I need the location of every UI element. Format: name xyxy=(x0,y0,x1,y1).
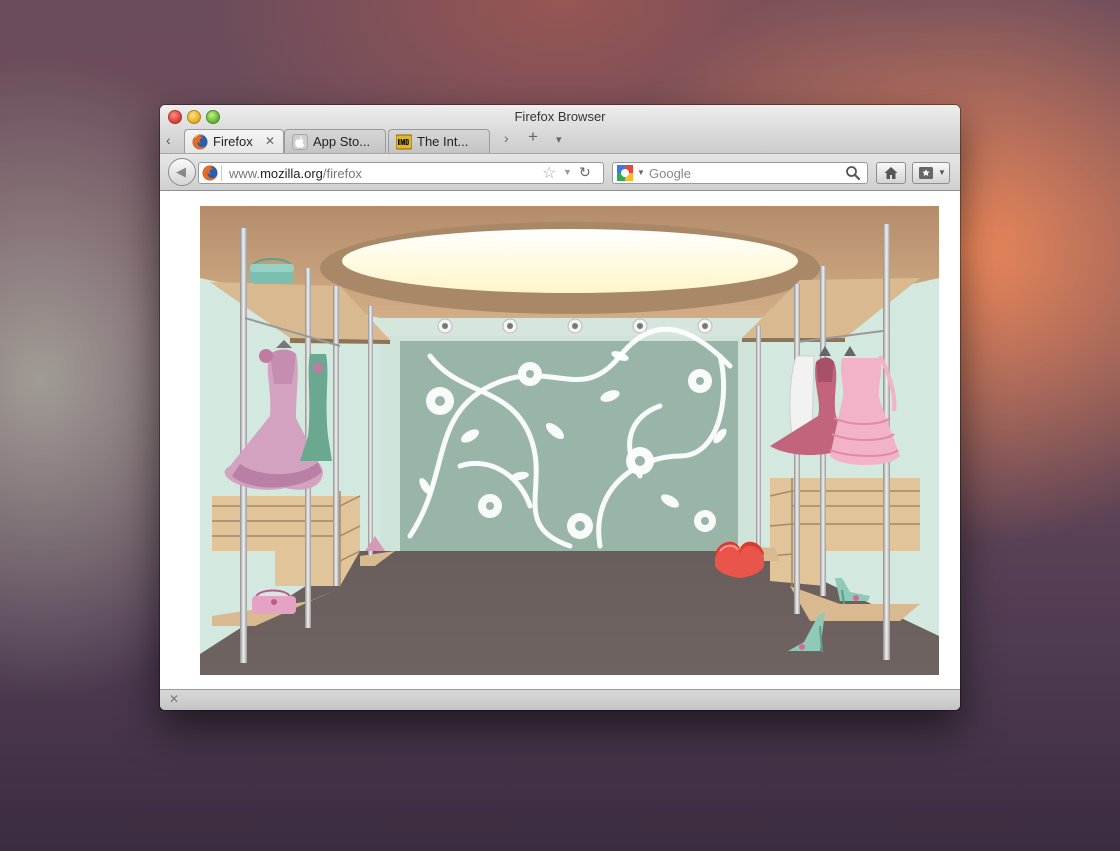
url-path: /firefox xyxy=(322,166,362,181)
url-bar[interactable]: www.mozilla.org/firefox ☆ ▼ ↻ xyxy=(198,162,604,184)
tab-scroll-left-button[interactable]: ‹ xyxy=(166,132,178,148)
new-tab-button[interactable]: + xyxy=(528,127,538,147)
left-pole xyxy=(240,228,247,663)
bookmarks-dropdown-icon: ▼ xyxy=(938,168,946,177)
bookmarks-icon xyxy=(919,167,933,179)
back-button[interactable]: ◀ xyxy=(168,158,196,186)
tab-label: Firefox xyxy=(213,134,253,149)
site-firefox-icon xyxy=(202,165,218,181)
search-bar[interactable]: ▼ Google xyxy=(612,162,868,184)
tab-close-icon[interactable]: ✕ xyxy=(265,134,275,148)
home-icon xyxy=(884,167,898,179)
back-arrow-icon: ◀ xyxy=(176,164,186,179)
close-find-bar-icon[interactable]: ✕ xyxy=(169,692,179,706)
imdb-icon xyxy=(396,134,412,150)
dressing-room-illustration xyxy=(200,206,939,675)
navigation-toolbar: ◀ www.mozilla.org/firefox ☆ ▼ ↻ ▼ Google xyxy=(160,153,960,191)
bookmarks-menu-button[interactable]: ▼ xyxy=(912,162,950,184)
google-icon[interactable] xyxy=(617,165,633,181)
home-button[interactable] xyxy=(876,162,906,184)
tab-imdb[interactable]: The Int... xyxy=(388,129,490,153)
tab-app-store[interactable]: App Sto... xyxy=(284,129,386,153)
tab-label: The Int... xyxy=(417,134,469,149)
search-placeholder: Google xyxy=(649,166,691,181)
url-text[interactable]: www.mozilla.org/firefox xyxy=(229,166,362,181)
search-icon[interactable] xyxy=(845,165,861,181)
url-separator xyxy=(221,165,222,181)
browser-window: Firefox Browser ‹ Firefox ✕ App Sto... T… xyxy=(160,105,960,710)
url-prefix: www. xyxy=(229,166,261,181)
tab-firefox[interactable]: Firefox ✕ xyxy=(184,129,284,153)
page-content xyxy=(160,191,960,689)
reload-icon[interactable]: ↻ xyxy=(579,164,591,181)
window-title: Firefox Browser xyxy=(514,109,606,124)
floral-wallpaper xyxy=(400,326,738,553)
title-bar: Firefox Browser ‹ Firefox ✕ App Sto... T… xyxy=(160,105,960,153)
list-all-tabs-button[interactable]: ▾ xyxy=(556,133,562,146)
apple-icon xyxy=(292,134,308,150)
tab-scroll-right-button[interactable]: › xyxy=(504,130,509,146)
url-domain: mozilla.org xyxy=(260,166,323,181)
tab-label: App Sto... xyxy=(313,134,371,149)
firefox-icon xyxy=(192,134,208,150)
url-history-dropdown-icon[interactable]: ▼ xyxy=(563,167,572,177)
bookmark-star-icon[interactable]: ☆ xyxy=(542,163,556,183)
status-bar: ✕ xyxy=(160,689,960,710)
search-engine-dropdown-icon[interactable]: ▼ xyxy=(637,168,645,177)
